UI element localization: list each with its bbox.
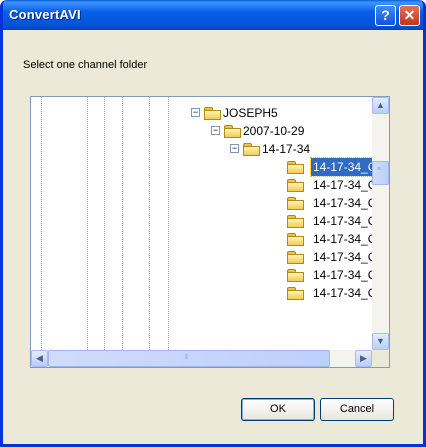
folder-icon: [287, 287, 304, 300]
ok-button[interactable]: OK: [241, 398, 315, 421]
tree-node-label: JOSEPH5: [223, 106, 278, 120]
scroll-up-button[interactable]: ▲: [372, 97, 389, 114]
horizontal-scroll-thumb[interactable]: ‖: [48, 350, 330, 367]
folder-tree[interactable]: − JOSEPH5 − 2007-10-29 − 14-17-34 14-17-…: [30, 96, 390, 368]
grip-icon: ‖: [185, 354, 188, 361]
folder-icon: [287, 251, 304, 264]
tree-guide-line: [104, 97, 105, 350]
folder-icon: [224, 125, 241, 138]
folder-icon: [287, 233, 304, 246]
folder-icon: [287, 179, 304, 192]
tree-guide-line: [168, 97, 169, 350]
tree-node-label: 14-17-34: [262, 142, 311, 156]
tree-guide-line: [87, 97, 88, 350]
collapse-icon[interactable]: −: [191, 108, 200, 117]
folder-icon: [287, 269, 304, 282]
grip-icon: ≡: [377, 166, 382, 173]
convertavi-dialog: ConvertAVI ? ✕ Select one channel folder…: [0, 0, 426, 447]
vertical-scrollbar[interactable]: ▲ ≡ ▼: [372, 97, 389, 350]
folder-icon: [204, 107, 221, 120]
window-title: ConvertAVI: [9, 7, 81, 22]
folder-icon: [287, 161, 304, 174]
tree-guide-line: [122, 97, 123, 350]
prompt-label: Select one channel folder: [23, 59, 148, 71]
scroll-down-button[interactable]: ▼: [372, 333, 389, 350]
tree-guide-line: [41, 97, 42, 350]
collapse-icon[interactable]: −: [230, 144, 239, 153]
tree-node-label: 2007-10-29: [243, 124, 305, 138]
folder-icon: [243, 143, 260, 156]
horizontal-scrollbar[interactable]: ◀ ‖ ▶: [31, 350, 372, 367]
scrollbar-corner: [372, 350, 389, 367]
close-button[interactable]: ✕: [399, 5, 420, 26]
collapse-icon[interactable]: −: [211, 126, 220, 135]
cancel-button[interactable]: Cancel: [320, 398, 394, 421]
title-bar[interactable]: ConvertAVI ? ✕: [3, 0, 423, 30]
help-button[interactable]: ?: [375, 5, 396, 26]
scroll-left-button[interactable]: ◀: [31, 350, 48, 367]
vertical-scroll-thumb[interactable]: ≡: [372, 161, 389, 185]
tree-guide-line: [149, 97, 150, 350]
scroll-right-button[interactable]: ▶: [355, 350, 372, 367]
folder-icon: [287, 197, 304, 210]
folder-icon: [287, 215, 304, 228]
